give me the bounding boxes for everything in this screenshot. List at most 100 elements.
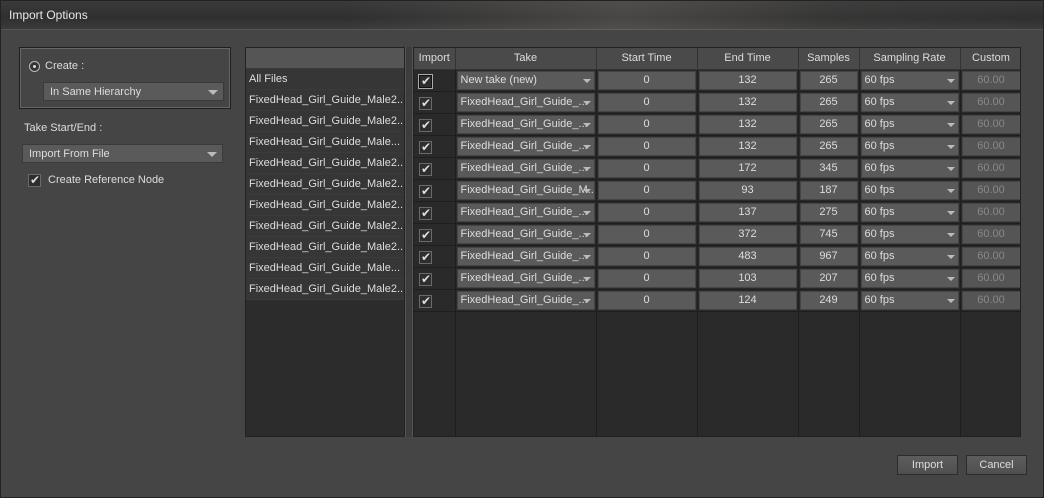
samples-field[interactable]: 265 — [799, 136, 858, 156]
hierarchy-dropdown[interactable]: In Same Hierarchy — [43, 82, 224, 101]
file-row[interactable]: FixedHead_Girl_Guide_Male2... — [246, 111, 404, 132]
take-cell: FixedHead_Girl_Guide_... — [455, 223, 597, 246]
import-checkbox[interactable]: ✔ — [419, 272, 432, 286]
take-dropdown[interactable]: FixedHead_Girl_Guide_... — [456, 158, 595, 178]
file-row[interactable]: FixedHead_Girl_Guide_Male2... — [246, 279, 404, 300]
column-header-end-time[interactable]: End Time — [697, 48, 799, 70]
end-time-field[interactable]: 132 — [698, 114, 797, 134]
custom-cell: 60.00 — [960, 201, 1020, 224]
import-button[interactable]: Import — [897, 455, 958, 475]
checkmark-icon: ✔ — [30, 173, 41, 187]
start-time-field[interactable]: 0 — [597, 224, 696, 244]
start-time-field[interactable]: 0 — [597, 246, 696, 266]
start-time-field[interactable]: 0 — [597, 158, 696, 178]
samples-field[interactable]: 249 — [799, 290, 858, 310]
samples-field[interactable]: 207 — [799, 268, 858, 288]
import-checkbox[interactable]: ✔ — [419, 293, 432, 308]
end-time-field[interactable]: 103 — [698, 268, 797, 288]
end-time-field[interactable]: 483 — [698, 246, 797, 266]
take-dropdown[interactable]: New take (new) — [456, 70, 595, 90]
import-checkbox[interactable]: ✔ — [419, 184, 432, 198]
take-dropdown[interactable]: FixedHead_Girl_Guide_... — [456, 114, 595, 134]
chevron-down-icon — [946, 298, 955, 303]
end-time-field[interactable]: 93 — [698, 180, 797, 200]
radio-selected-icon[interactable] — [29, 61, 40, 72]
import-checkbox[interactable]: ✔ — [419, 250, 432, 264]
take-dropdown[interactable]: FixedHead_Girl_Guide_... — [456, 136, 595, 156]
end-time-field[interactable]: 132 — [698, 92, 797, 112]
take-dropdown[interactable]: FixedHead_Girl_Guide_... — [456, 202, 595, 222]
import-checkbox[interactable]: ✔ — [419, 140, 432, 154]
sampling-rate-dropdown[interactable]: 60 fps — [860, 224, 959, 244]
start-time-field[interactable]: 0 — [597, 136, 696, 156]
start-time-field[interactable]: 0 — [597, 180, 696, 200]
end-time-field[interactable]: 124 — [698, 290, 797, 310]
samples-field[interactable]: 967 — [799, 246, 858, 266]
end-time-field[interactable]: 137 — [698, 202, 797, 222]
start-time-field[interactable]: 0 — [597, 268, 696, 288]
take-start-end-dropdown[interactable]: Import From File — [22, 144, 223, 163]
samples-field[interactable]: 745 — [799, 224, 858, 244]
file-row[interactable]: FixedHead_Girl_Guide_Male2... — [246, 237, 404, 258]
column-header-import[interactable]: Import — [414, 48, 456, 70]
start-time-field[interactable]: 0 — [597, 92, 696, 112]
reference-node-checkbox[interactable]: ✔ — [28, 173, 41, 187]
sampling-rate-dropdown[interactable]: 60 fps — [860, 202, 959, 222]
take-dropdown[interactable]: FixedHead_Girl_Guide_... — [456, 246, 595, 266]
take-dropdown[interactable]: FixedHead_Girl_Guide_M... — [456, 180, 595, 200]
sampling-rate-dropdown[interactable]: 60 fps — [860, 70, 959, 90]
take-dropdown[interactable]: FixedHead_Girl_Guide_... — [456, 92, 595, 112]
file-row[interactable]: FixedHead_Girl_Guide_Male... — [246, 132, 404, 153]
start-time-field[interactable]: 0 — [597, 114, 696, 134]
sampling-rate-dropdown[interactable]: 60 fps — [860, 136, 959, 156]
sampling-rate-dropdown[interactable]: 60 fps — [860, 246, 959, 266]
file-row[interactable]: FixedHead_Girl_Guide_Male2... — [246, 174, 404, 195]
sampling-rate-dropdown[interactable]: 60 fps — [860, 268, 959, 288]
sampling-rate-value: 60 fps — [864, 139, 895, 152]
title-bar[interactable]: Import Options — [1, 1, 1043, 30]
samples-field[interactable]: 265 — [799, 70, 858, 90]
samples-field[interactable]: 345 — [799, 158, 858, 178]
column-header-custom[interactable]: Custom — [960, 48, 1020, 70]
end-time-field[interactable]: 172 — [698, 158, 797, 178]
checkmark-icon: ✔ — [421, 293, 432, 308]
file-row[interactable]: FixedHead_Girl_Guide_Male2... — [246, 153, 404, 174]
samples-field[interactable]: 275 — [799, 202, 858, 222]
samples-cell: 265 — [798, 91, 860, 114]
file-row[interactable]: FixedHead_Girl_Guide_Male2... — [246, 216, 404, 237]
import-checkbox[interactable]: ✔ — [419, 206, 432, 220]
sampling-rate-dropdown[interactable]: 60 fps — [860, 92, 959, 112]
file-row[interactable]: FixedHead_Girl_Guide_Male... — [246, 258, 404, 279]
take-dropdown[interactable]: FixedHead_Girl_Guide_... — [456, 268, 595, 288]
file-row[interactable]: FixedHead_Girl_Guide_Male2... — [246, 90, 404, 111]
panel-splitter[interactable] — [405, 47, 413, 437]
start-time-field[interactable]: 0 — [597, 290, 696, 310]
import-checkbox[interactable]: ✔ — [419, 74, 432, 88]
cancel-button[interactable]: Cancel — [966, 455, 1027, 475]
take-dropdown[interactable]: FixedHead_Girl_Guide_... — [456, 290, 595, 310]
import-checkbox[interactable]: ✔ — [419, 96, 432, 110]
sampling-rate-dropdown[interactable]: 60 fps — [860, 180, 959, 200]
end-time-field[interactable]: 132 — [698, 70, 797, 90]
start-time-field[interactable]: 0 — [597, 70, 696, 90]
samples-field[interactable]: 265 — [799, 114, 858, 134]
start-time-field[interactable]: 0 — [597, 202, 696, 222]
end-time-field[interactable]: 372 — [698, 224, 797, 244]
file-row-all[interactable]: All Files — [246, 69, 404, 90]
sampling-rate-dropdown[interactable]: 60 fps — [860, 290, 959, 310]
end-time-field[interactable]: 132 — [698, 136, 797, 156]
column-header-sampling-rate[interactable]: Sampling Rate — [859, 48, 961, 70]
column-header-samples[interactable]: Samples — [798, 48, 860, 70]
file-row[interactable]: FixedHead_Girl_Guide_Male2... — [246, 195, 404, 216]
take-dropdown[interactable]: FixedHead_Girl_Guide_... — [456, 224, 595, 244]
sampling-rate-dropdown[interactable]: 60 fps — [860, 114, 959, 134]
column-header-take[interactable]: Take — [455, 48, 597, 70]
sampling-rate-dropdown[interactable]: 60 fps — [860, 158, 959, 178]
import-checkbox[interactable]: ✔ — [419, 118, 432, 132]
column-header-start-time[interactable]: Start Time — [596, 48, 698, 70]
files-list: All Files FixedHead_Girl_Guide_Male2... … — [245, 47, 405, 437]
import-checkbox[interactable]: ✔ — [419, 228, 432, 242]
samples-field[interactable]: 187 — [799, 180, 858, 200]
samples-field[interactable]: 265 — [799, 92, 858, 112]
import-checkbox[interactable]: ✔ — [419, 162, 432, 176]
